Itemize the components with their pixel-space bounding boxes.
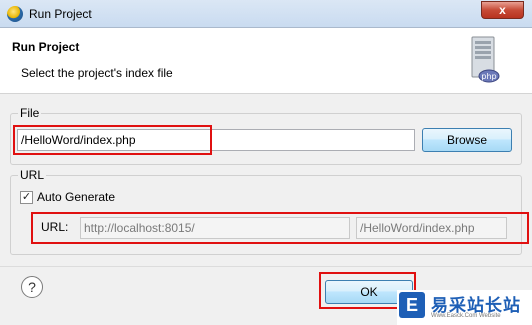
url-group-label: URL [18, 168, 47, 182]
title-bar: Run Project x [0, 0, 532, 28]
window-title: Run Project [29, 7, 92, 21]
php-badge-text: php [481, 72, 496, 81]
footer-divider [0, 266, 532, 267]
auto-generate-label: Auto Generate [37, 190, 116, 204]
eclipse-icon [7, 6, 23, 22]
close-button[interactable]: x [481, 1, 524, 19]
watermark-logo: E [399, 292, 425, 318]
watermark-subtext: Www.Easck.Com Website [431, 313, 501, 319]
help-icon[interactable]: ? [21, 276, 43, 298]
close-icon: x [499, 3, 506, 17]
file-group-label: File [18, 106, 42, 120]
browse-button[interactable]: Browse [422, 128, 512, 152]
dialog-header: Run Project Select the project's index f… [0, 28, 532, 94]
php-server-icon: php [471, 36, 500, 83]
header-title: Run Project [12, 40, 80, 54]
watermark: E 易采站长站 Www.Easck.Com Website [397, 290, 532, 325]
checkmark-icon: ✓ [21, 191, 32, 203]
auto-generate-checkbox[interactable]: ✓ [20, 191, 33, 204]
header-description: Select the project's index file [21, 66, 173, 80]
file-path-highlight [13, 125, 212, 155]
url-row-highlight [31, 212, 529, 244]
